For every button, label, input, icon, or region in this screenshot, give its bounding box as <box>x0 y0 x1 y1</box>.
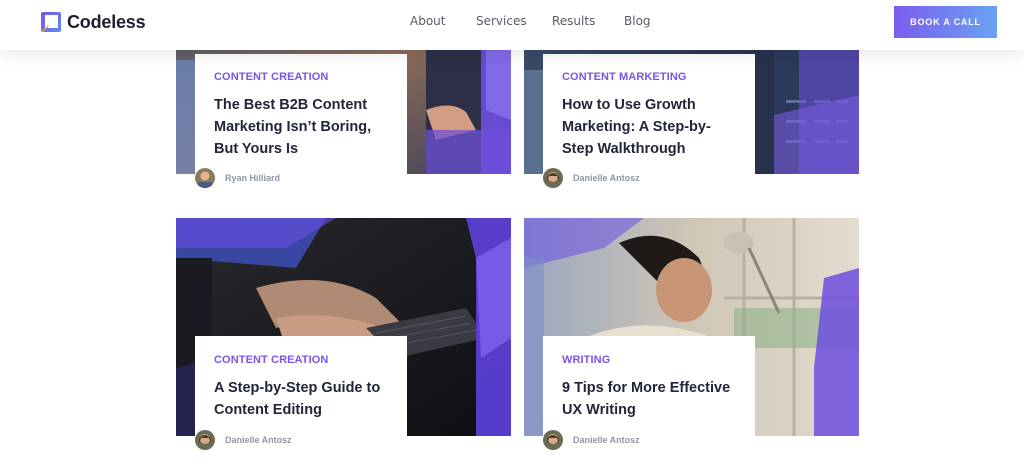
post-category[interactable]: WRITING <box>562 354 736 366</box>
main-nav: About Services Results Blog <box>0 14 1024 30</box>
post-card[interactable]: CONTENT CREATION A Step-by-Step Guide to… <box>176 218 511 476</box>
post-author: Danielle Antosz <box>195 430 292 450</box>
nav-about[interactable]: About <box>410 14 445 28</box>
nav-services[interactable]: Services <box>476 14 527 28</box>
post-category[interactable]: CONTENT MARKETING <box>562 71 736 83</box>
author-name[interactable]: Ryan Hilliard <box>225 173 280 183</box>
author-name[interactable]: Danielle Antosz <box>573 435 640 445</box>
author-avatar <box>543 430 563 450</box>
post-title[interactable]: 9 Tips for More Effective UX Writing <box>562 377 736 421</box>
author-name[interactable]: Danielle Antosz <box>573 173 640 183</box>
post-author: Danielle Antosz <box>543 168 640 188</box>
author-avatar <box>195 168 215 188</box>
post-category[interactable]: CONTENT CREATION <box>214 354 388 366</box>
author-avatar <box>543 168 563 188</box>
post-content: CONTENT CREATION A Step-by-Step Guide to… <box>195 336 407 476</box>
post-title[interactable]: A Step-by-Step Guide to Content Editing <box>214 377 388 421</box>
nav-results[interactable]: Results <box>552 14 595 28</box>
book-a-call-button[interactable]: BOOK A CALL <box>894 6 997 38</box>
author-name[interactable]: Danielle Antosz <box>225 435 292 445</box>
nav-blog[interactable]: Blog <box>624 14 651 28</box>
post-content: WRITING 9 Tips for More Effective UX Wri… <box>543 336 755 476</box>
post-title[interactable]: How to Use Growth Marketing: A Step-by-S… <box>562 94 736 160</box>
post-author: Danielle Antosz <box>543 430 640 450</box>
post-category[interactable]: CONTENT CREATION <box>214 71 388 83</box>
post-author: Ryan Hilliard <box>195 168 280 188</box>
post-card[interactable]: WRITING 9 Tips for More Effective UX Wri… <box>524 218 859 476</box>
site-header: Codeless About Services Results Blog BOO… <box>0 0 1024 50</box>
post-title[interactable]: The Best B2B Content Marketing Isn’t Bor… <box>214 94 388 160</box>
author-avatar <box>195 430 215 450</box>
